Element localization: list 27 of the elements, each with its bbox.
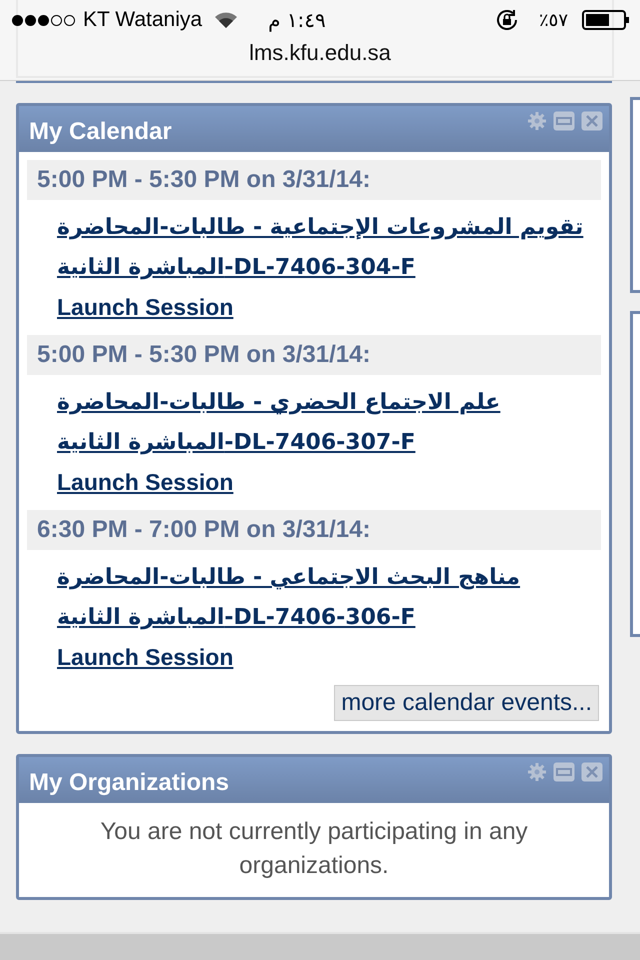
panel-title: My Organizations xyxy=(29,769,230,797)
battery-percent: ٪٥٧ xyxy=(538,10,568,30)
minimize-icon[interactable] xyxy=(553,762,575,782)
close-icon[interactable] xyxy=(581,762,603,782)
rotation-lock-icon xyxy=(494,8,519,32)
carrier-name: KT Wataniya xyxy=(83,8,202,32)
course-link[interactable]: تقويم المشروعات الإجتماعية - طالبات-المحاضرة المباشرة الثانية-DL-7406-304-F xyxy=(57,208,584,288)
wifi-icon xyxy=(214,11,238,29)
more-events-button[interactable]: more calendar events... xyxy=(334,685,599,721)
event-time: 5:00 PM - 5:30 PM on 3/31/14: xyxy=(37,166,370,194)
empty-message: You are not currently participating in any organizations. xyxy=(99,817,529,881)
gear-icon[interactable] xyxy=(527,111,547,131)
event-time: 5:00 PM - 5:30 PM on 3/31/14: xyxy=(37,341,370,369)
launch-session-link[interactable]: Launch Session xyxy=(57,644,234,671)
signal-icon xyxy=(12,14,75,26)
clock: ١:٤٩ م xyxy=(268,8,326,32)
minimize-icon[interactable] xyxy=(553,111,575,131)
course-link[interactable]: مناهج البحث الاجتماعي - طالبات-المحاضرة المباشرة الثانية-DL-7406-306-F xyxy=(57,558,520,638)
close-icon[interactable] xyxy=(581,111,603,131)
course-link[interactable]: علم الاجتماع الحضري - طالبات-المحاضرة المباشرة الثانية-DL-7406-307-F xyxy=(57,383,500,463)
panel-title: My Calendar xyxy=(29,118,172,146)
launch-session-link[interactable]: Launch Session xyxy=(57,469,234,496)
gear-icon[interactable] xyxy=(527,762,547,782)
event-time: 6:30 PM - 7:00 PM on 3/31/14: xyxy=(37,516,370,544)
battery-icon xyxy=(582,10,630,30)
launch-session-link[interactable]: Launch Session xyxy=(57,294,234,321)
url-text[interactable]: lms.kfu.edu.sa xyxy=(249,40,391,66)
